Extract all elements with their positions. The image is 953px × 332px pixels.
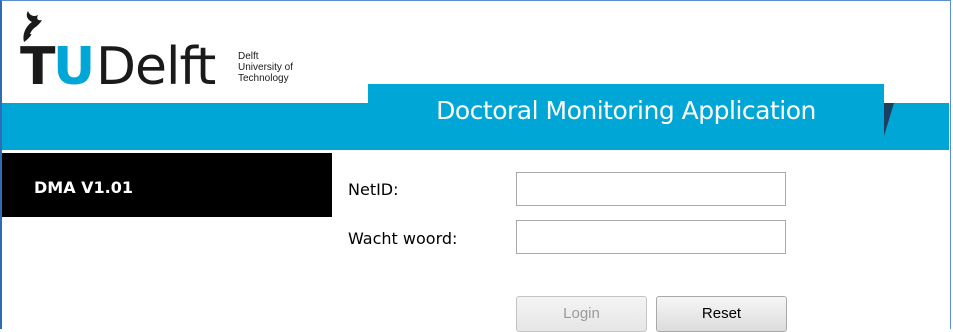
netid-label: NetID: [348, 180, 399, 199]
version-label: DMA V1.01 [34, 178, 134, 197]
logo-subtitle-line: Delft [238, 51, 259, 62]
logo-letter-t: T [20, 37, 56, 97]
password-input[interactable] [516, 220, 786, 254]
logo-subtitle-line: Technology [238, 73, 289, 84]
logo-letter-u: U [53, 37, 96, 97]
logo-subtitle-line: University of [238, 62, 294, 73]
reset-button[interactable]: Reset [656, 296, 787, 332]
page-title: Doctoral Monitoring Application [436, 96, 816, 125]
logo-delft-word: Delft [96, 37, 216, 97]
login-button[interactable]: Login [516, 296, 647, 332]
tudelft-logo: T U Delft Delft University of Technology [16, 8, 316, 98]
netid-input[interactable] [516, 172, 786, 206]
password-label: Wacht woord: [348, 229, 458, 248]
logo-subtitle: Delft University of Technology [238, 51, 293, 84]
